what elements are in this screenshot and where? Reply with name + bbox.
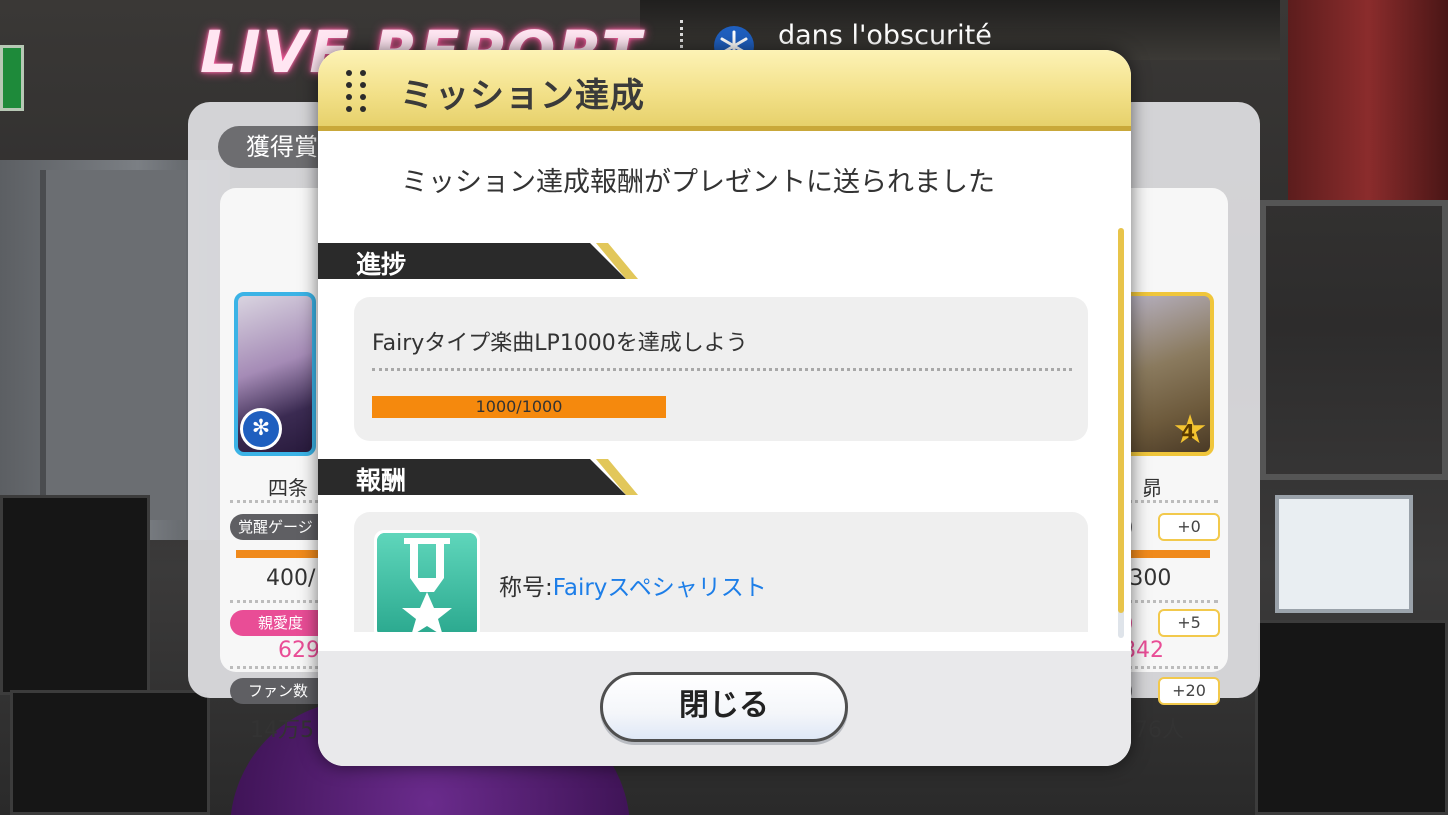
backstage-door (40, 170, 186, 520)
scrollbar[interactable] (1118, 228, 1124, 638)
left-result-panel: 獲得賞 ✻ 四条 覚醒ゲージ 400/ 親愛度 629 ファン数 14万5 (188, 102, 378, 743)
right-result-panel: ★ 4 昴 +0 /300 +5 842 +20 076人 (1070, 102, 1260, 743)
affection-bonus-badge: +5 (1158, 609, 1220, 637)
reward-section-header: 報酬 (318, 459, 638, 495)
equipment-case (0, 495, 150, 695)
reward-prefix: 称号: (499, 575, 553, 601)
dialog-title: ミッション達成 (400, 76, 645, 116)
reward-name: Fairyスペシャリスト (552, 575, 767, 601)
awaken-gauge-value: 400/ (266, 566, 316, 591)
exit-sign (0, 45, 24, 111)
dialog-message: ミッション達成報酬がプレゼントに送られました (401, 167, 995, 198)
progress-value: 1000/1000 (475, 397, 563, 416)
medal-icon[interactable] (374, 530, 480, 632)
snowflake-icon: ✻ (240, 408, 282, 450)
close-button[interactable]: 閉じる (600, 672, 848, 742)
header-underline (318, 126, 1131, 131)
reward-section-label: 報酬 (356, 466, 407, 495)
equipment-case (10, 690, 210, 815)
dialog-header: ミッション達成 (318, 50, 1131, 130)
progress-section-header: 進捗 (318, 243, 638, 279)
monitor-screen (1275, 495, 1413, 613)
fans-value: 14万5 (250, 718, 314, 743)
idol-name: 昴 (1142, 476, 1162, 500)
awaken-bonus-badge: +0 (1158, 513, 1220, 541)
idol-portrait[interactable]: ✻ (234, 292, 316, 456)
scrollbar-thumb[interactable] (1118, 228, 1124, 613)
progress-section-label: 進捗 (356, 250, 407, 279)
song-name: dans l'obscurité (778, 20, 992, 51)
reward-title: 称号:Fairyスペシャリスト (499, 568, 767, 602)
mission-complete-dialog: ミッション達成 ミッション達成報酬がプレゼントに送られました 進捗 Fairyタ… (318, 50, 1131, 766)
idol-name: 四条 (268, 476, 308, 500)
red-curtain (1288, 0, 1448, 200)
equipment-case (1255, 620, 1448, 815)
grip-dots-icon (346, 70, 372, 114)
reward-card: 称号:Fairyスペシャリスト (354, 512, 1088, 632)
dialog-footer: 閉じる (318, 651, 1131, 766)
scaffold-frame (1260, 200, 1448, 480)
divider (372, 368, 1072, 371)
mission-description: Fairyタイプ楽曲LP1000を達成しよう (372, 331, 748, 356)
affection-value: 629 (278, 638, 320, 663)
fans-bonus-badge: +20 (1158, 677, 1220, 705)
rarity-number: 4 (1181, 420, 1195, 444)
mission-progress-card: Fairyタイプ楽曲LP1000を達成しよう 1000/1000 (354, 297, 1088, 441)
progress-bar: 1000/1000 (372, 396, 666, 418)
